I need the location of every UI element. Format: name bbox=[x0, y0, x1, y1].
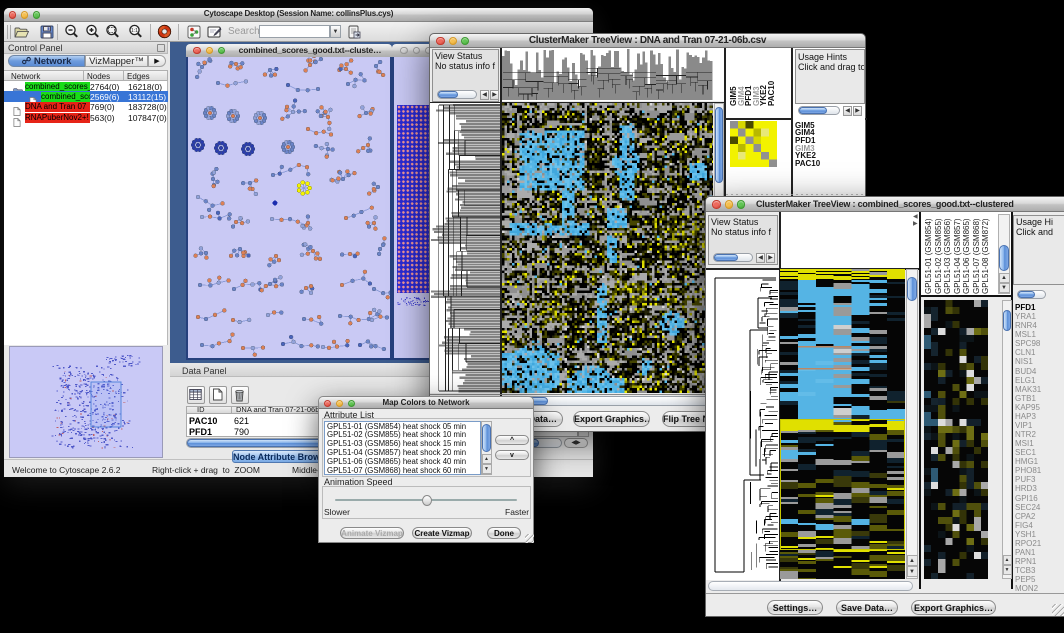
svg-text:1:1: 1:1 bbox=[131, 28, 138, 34]
